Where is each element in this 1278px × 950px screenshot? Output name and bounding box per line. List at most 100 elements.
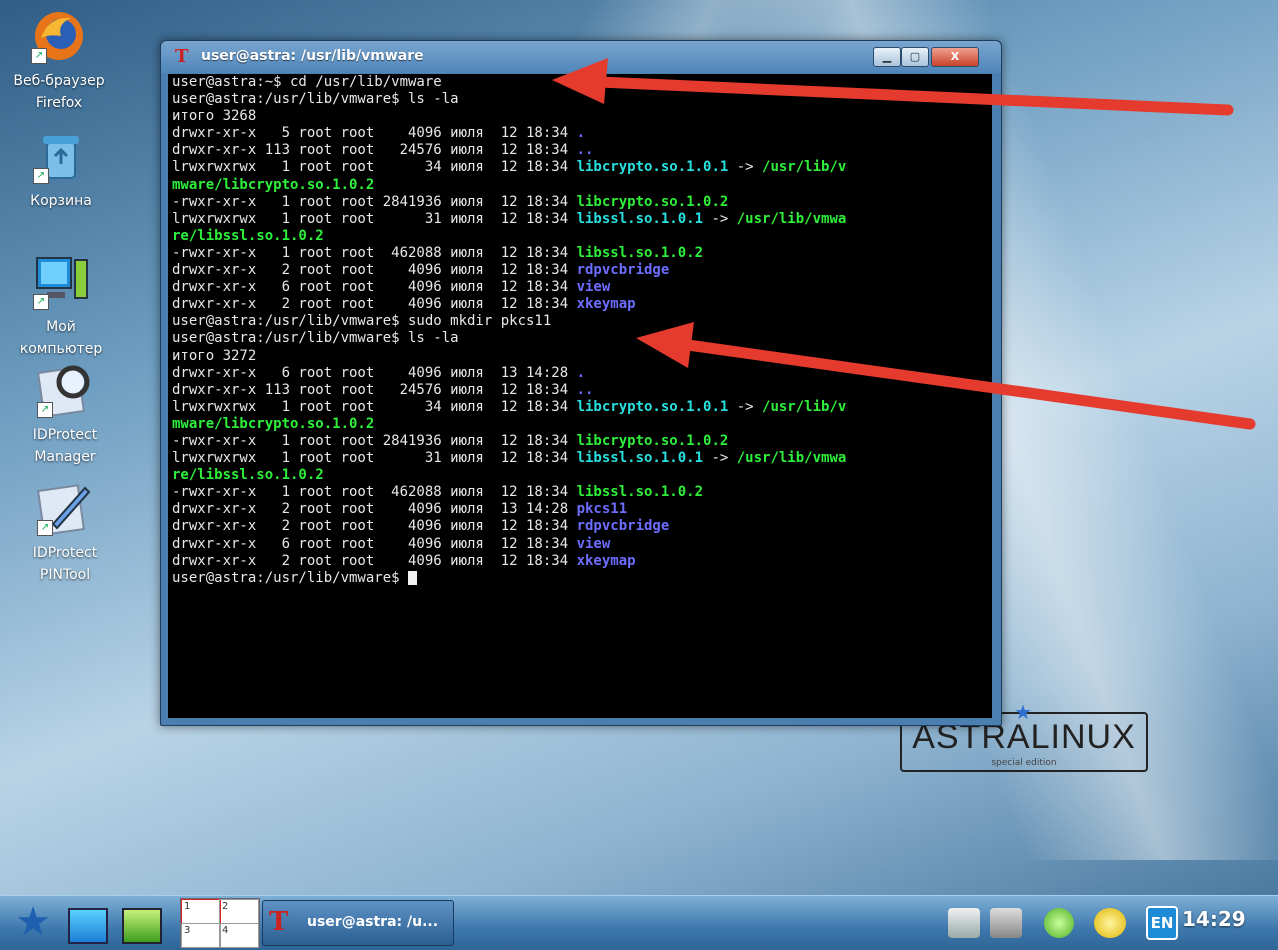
desktop-icon-label: Веб-браузер [13, 73, 105, 89]
terminal-line: drwxr-xr-x 6 root root 4096 июля 12 18:3… [168, 536, 992, 553]
terminal-line: user@astra:/usr/lib/vmware$ ls -la [168, 330, 992, 347]
terminal-segment: user@astra:/usr/lib/vmware$ ls -la [172, 330, 459, 347]
window-list-button[interactable] [122, 908, 162, 944]
terminal-segment: drwxr-xr-x 2 root root 4096 июля 12 18:3… [172, 296, 577, 313]
terminal-line: drwxr-xr-x 2 root root 4096 июля 13 14:2… [168, 501, 992, 518]
terminal-segment: lrwxrwxrwx 1 root root 31 июля 12 18:34 [172, 450, 577, 467]
terminal-line: итого 3268 [168, 108, 992, 125]
terminal-line: mware/libcrypto.so.1.0.2 [168, 177, 992, 194]
terminal-segment: .. [576, 381, 594, 398]
desktop-icon-idprotect-pintool[interactable]: ↗ IDProtect PINTool [6, 480, 124, 586]
terminal-line: drwxr-xr-x 5 root root 4096 июля 12 18:3… [168, 125, 992, 142]
terminal-segment: libcrypto.so.1.0.2 [576, 193, 729, 210]
desktop-icon-firefox[interactable]: ↗ Веб-браузер Firefox [0, 8, 118, 114]
keyboard-icon[interactable] [948, 908, 980, 938]
terminal-line: drwxr-xr-x 113 root root 24576 июля 12 1… [168, 142, 992, 159]
terminal-output[interactable]: user@astra:~$ cd /usr/lib/vmware user@ast… [168, 74, 992, 718]
terminal-segment: lrwxrwxrwx 1 root root 31 июля 12 18:34 [172, 210, 577, 227]
volume-icon[interactable] [1094, 908, 1126, 938]
taskbar-task-terminal[interactable]: T user@astra: /u... [262, 900, 454, 946]
workspace-2[interactable]: 2 [219, 899, 259, 924]
terminal-segment: view [576, 279, 611, 296]
terminal-segment: -> [728, 398, 763, 415]
terminal-segment: /usr/lib/vmwa [736, 210, 847, 227]
terminal-segment: mware/libcrypto.so.1.0.2 [172, 176, 375, 193]
terminal-app-icon: T [269, 907, 289, 937]
task-title: user@astra: /u... [307, 914, 439, 930]
terminal-segment: -rwxr-xr-x 1 root root 2841936 июля 12 1… [172, 432, 577, 449]
terminal-segment: drwxr-xr-x 113 root root 24576 июля 12 1… [172, 142, 577, 159]
start-menu-button[interactable]: ★ [14, 902, 52, 942]
terminal-segment: /usr/lib/v [762, 159, 847, 176]
terminal-line: -rwxr-xr-x 1 root root 462088 июля 12 18… [168, 484, 992, 501]
terminal-segment: mware/libcrypto.so.1.0.2 [172, 415, 375, 432]
trash-icon: ↗ [33, 128, 89, 184]
terminal-segment: -> [728, 159, 763, 176]
pen-icon: ↗ [37, 480, 93, 536]
firefox-icon: ↗ [31, 8, 87, 64]
terminal-segment: libcrypto.so.1.0.2 [576, 432, 729, 449]
terminal-segment: rdpvcbridge [576, 262, 670, 279]
window-titlebar[interactable]: T user@astra: /usr/lib/vmware ▁ ▢ X [161, 41, 1001, 73]
terminal-segment: drwxr-xr-x 2 root root 4096 июля 13 14:2… [172, 501, 577, 518]
terminal-line: lrwxrwxrwx 1 root root 31 июля 12 18:34 … [168, 211, 992, 228]
terminal-app-icon: T [175, 46, 189, 67]
terminal-segment: drwxr-xr-x 2 root root 4096 июля 12 18:3… [172, 262, 577, 279]
terminal-segment: user@astra:/usr/lib/vmware$ ls -la [172, 91, 459, 108]
terminal-segment: /usr/lib/v [762, 398, 847, 415]
terminal-segment: итого 3268 [172, 108, 257, 125]
desktop-icon-label: Корзина [30, 193, 92, 209]
terminal-segment: user@astra:/usr/lib/vmware$ [172, 569, 409, 586]
desktop-icon-label: Мой [46, 319, 76, 335]
close-button[interactable]: X [931, 47, 979, 67]
terminal-line: drwxr-xr-x 6 root root 4096 июля 13 14:2… [168, 365, 992, 382]
terminal-segment: xkeymap [576, 296, 636, 313]
terminal-segment: drwxr-xr-x 5 root root 4096 июля 12 18:3… [172, 125, 577, 142]
workspace-pager[interactable]: 1 2 3 4 [180, 898, 260, 948]
terminal-segment: drwxr-xr-x 2 root root 4096 июля 12 18:3… [172, 518, 577, 535]
terminal-line: re/libssl.so.1.0.2 [168, 467, 992, 484]
terminal-segment: -rwxr-xr-x 1 root root 462088 июля 12 18… [172, 484, 577, 501]
terminal-line: lrwxrwxrwx 1 root root 34 июля 12 18:34 … [168, 399, 992, 416]
terminal-segment: lrwxrwxrwx 1 root root 34 июля 12 18:34 [172, 159, 577, 176]
terminal-segment: drwxr-xr-x 2 root root 4096 июля 12 18:3… [172, 552, 577, 569]
terminal-segment: libssl.so.1.0.1 [576, 450, 704, 467]
terminal-segment: drwxr-xr-x 6 root root 4096 июля 12 18:3… [172, 279, 577, 296]
terminal-segment: rdpvcbridge [576, 518, 670, 535]
magnifier-icon: ↗ [37, 362, 93, 418]
terminal-line: user@astra:/usr/lib/vmware$ ls -la [168, 91, 992, 108]
maximize-button[interactable]: ▢ [901, 47, 929, 67]
terminal-segment: -> [703, 210, 737, 227]
workspace-3[interactable]: 3 [181, 923, 221, 948]
desktop-icon-label: IDProtect [32, 427, 98, 443]
terminal-line: -rwxr-xr-x 1 root root 462088 июля 12 18… [168, 245, 992, 262]
desktop-icon-label: Manager [34, 449, 96, 465]
desktop-icon-trash[interactable]: ↗ Корзина [2, 128, 120, 212]
terminal-window[interactable]: T user@astra: /usr/lib/vmware ▁ ▢ X user… [160, 40, 1002, 726]
updates-icon[interactable] [990, 908, 1022, 938]
terminal-segment: -rwxr-xr-x 1 root root 462088 июля 12 18… [172, 244, 577, 261]
terminal-segment: re/libssl.so.1.0.2 [172, 227, 324, 244]
terminal-segment: .. [576, 142, 594, 159]
usb-icon[interactable] [1044, 908, 1074, 938]
clock[interactable]: 14:29 [1182, 907, 1246, 931]
taskbar: ★ 1 2 3 4 T user@astra: /u... EN 14:29 [0, 895, 1278, 950]
workspace-4[interactable]: 4 [219, 923, 259, 948]
terminal-segment: -rwxr-xr-x 1 root root 2841936 июля 12 1… [172, 193, 577, 210]
terminal-line: drwxr-xr-x 2 root root 4096 июля 12 18:3… [168, 262, 992, 279]
terminal-segment: xkeymap [576, 552, 636, 569]
minimize-button[interactable]: ▁ [873, 47, 901, 67]
terminal-segment: drwxr-xr-x 6 root root 4096 июля 13 14:2… [172, 364, 577, 381]
terminal-line: drwxr-xr-x 2 root root 4096 июля 12 18:3… [168, 518, 992, 535]
workspace-1[interactable]: 1 [181, 899, 221, 924]
terminal-segment: view [576, 535, 611, 552]
terminal-segment: user@astra:/usr/lib/vmware$ sudo mkdir p… [172, 313, 552, 330]
terminal-line: -rwxr-xr-x 1 root root 2841936 июля 12 1… [168, 194, 992, 211]
terminal-line: lrwxrwxrwx 1 root root 31 июля 12 18:34 … [168, 450, 992, 467]
terminal-segment: libcrypto.so.1.0.1 [576, 159, 729, 176]
desktop-icon-idprotect-manager[interactable]: ↗ IDProtect Manager [6, 362, 124, 468]
language-indicator[interactable]: EN [1146, 906, 1178, 940]
desktop-icon-computer[interactable]: ↗ Мой компьютер [2, 254, 120, 360]
show-desktop-button[interactable] [68, 908, 108, 944]
terminal-segment: user@astra:~$ cd /usr/lib/vmware [172, 74, 442, 90]
